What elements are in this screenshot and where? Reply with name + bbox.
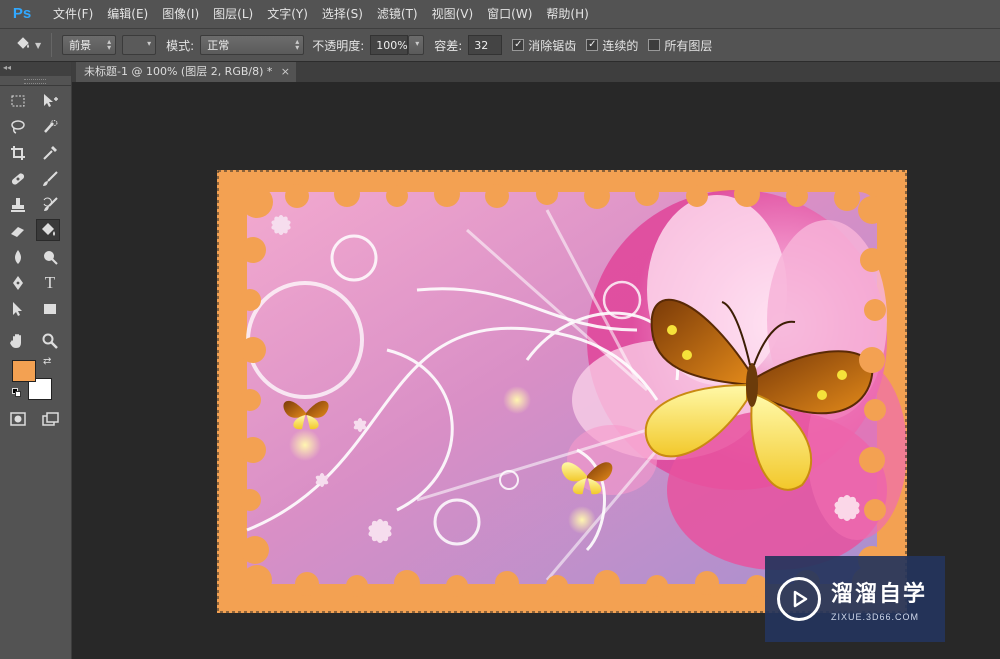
document-canvas[interactable]	[217, 170, 907, 613]
menu-file[interactable]: 文件(F)	[46, 0, 100, 28]
opacity-control: 100% ▾	[370, 35, 425, 55]
crop-icon[interactable]	[6, 142, 30, 164]
swap-colors-icon[interactable]: ⇄	[43, 356, 51, 367]
eraser-icon[interactable]	[6, 220, 30, 242]
antialias-checkbox[interactable]: ✓	[512, 39, 525, 51]
paint-bucket-icon[interactable]	[36, 219, 60, 241]
fill-source-select[interactable]: 前景 ▴ ▾	[62, 35, 117, 55]
hand-icon[interactable]	[6, 330, 30, 352]
watermark-text: 溜溜自学 ZIXUE.3D66.COM	[831, 576, 927, 622]
quick-mask-icon[interactable]	[6, 408, 30, 430]
move-icon[interactable]	[38, 90, 62, 112]
pen-icon[interactable]	[6, 272, 30, 294]
artwork-image	[217, 170, 907, 613]
contiguous-option[interactable]: ✓ 连续的	[586, 37, 638, 54]
paint-bucket-icon	[14, 35, 32, 56]
tolerance-label: 容差:	[434, 38, 463, 53]
stepper-arrows-icon: ▴ ▾	[107, 37, 112, 52]
photoshop-logo: Ps	[12, 5, 32, 22]
antialias-label: 消除锯齿	[528, 38, 577, 53]
menu-image[interactable]: 图像(I)	[155, 0, 206, 28]
opacity-slider-toggle[interactable]: ▾	[408, 35, 425, 55]
default-colors-icon[interactable]	[12, 388, 22, 398]
document-tab-title: 未标题-1 @ 100% (图层 2, RGB/8) *	[84, 65, 273, 78]
all-layers-checkbox[interactable]	[648, 39, 661, 51]
blend-mode-value: 正常	[207, 39, 230, 52]
eyedropper-icon[interactable]	[38, 142, 62, 164]
screen-mode-icon[interactable]	[38, 408, 62, 430]
tools-panel: ◂◂ T ⇄	[0, 62, 72, 659]
opacity-label: 不透明度:	[312, 38, 365, 53]
menu-edit[interactable]: 编辑(E)	[100, 0, 155, 28]
watermark-badge: 溜溜自学 ZIXUE.3D66.COM	[765, 556, 945, 642]
quick-selection-icon[interactable]	[38, 116, 62, 138]
zoom-icon[interactable]	[38, 330, 62, 352]
contiguous-label: 连续的	[602, 38, 639, 53]
antialias-option[interactable]: ✓ 消除锯齿	[512, 37, 576, 54]
document-tab-bar: 未标题-1 @ 100% (图层 2, RGB/8) * ×	[72, 62, 1000, 82]
foreground-color-swatch[interactable]	[12, 360, 36, 382]
type-icon[interactable]: T	[38, 272, 62, 294]
pattern-picker[interactable]: ▾	[122, 35, 157, 55]
menu-help[interactable]: 帮助(H)	[539, 0, 595, 28]
blur-icon[interactable]	[6, 246, 30, 268]
document-tab[interactable]: 未标题-1 @ 100% (图层 2, RGB/8) * ×	[76, 62, 296, 82]
spot-healing-icon[interactable]	[6, 168, 30, 190]
all-layers-label: 所有图层	[664, 38, 713, 53]
menu-bar: Ps 文件(F) 编辑(E) 图像(I) 图层(L) 文字(Y) 选择(S) 滤…	[0, 0, 1000, 28]
menu-window[interactable]: 窗口(W)	[480, 0, 539, 28]
rectangle-shape-icon[interactable]	[38, 298, 62, 320]
lasso-icon[interactable]	[6, 116, 30, 138]
chevron-down-icon: ▾	[415, 39, 420, 48]
dodge-icon[interactable]	[38, 246, 62, 268]
tolerance-input[interactable]: 32	[468, 35, 503, 55]
options-bar: ▼ 前景 ▴ ▾ ▾ 模式: 正常 ▴ ▾ 不透明度: 100% ▾ 容差: 32 …	[0, 28, 1000, 62]
menu-layer[interactable]: 图层(L)	[206, 0, 260, 28]
watermark-title: 溜溜自学	[831, 582, 928, 607]
clone-stamp-icon[interactable]	[6, 194, 30, 216]
rectangular-marquee-icon[interactable]	[6, 90, 30, 112]
menu-type[interactable]: 文字(Y)	[260, 0, 315, 28]
mode-label: 模式:	[166, 38, 195, 53]
menu-filter[interactable]: 滤镜(T)	[370, 0, 425, 28]
panel-grip[interactable]	[0, 76, 71, 86]
menu-view[interactable]: 视图(V)	[425, 0, 481, 28]
fill-source-value: 前景	[69, 39, 92, 52]
play-logo-icon	[777, 577, 821, 621]
divider	[51, 33, 53, 57]
opacity-input[interactable]: 100%	[370, 35, 409, 55]
path-selection-icon[interactable]	[6, 298, 30, 320]
contiguous-checkbox[interactable]: ✓	[586, 39, 599, 51]
type-tool-glyph: T	[44, 273, 56, 292]
stepper-arrows-icon: ▴ ▾	[295, 37, 300, 52]
close-icon[interactable]: ×	[281, 62, 290, 82]
chevron-down-icon: ▼	[35, 40, 42, 50]
menu-select[interactable]: 选择(S)	[315, 0, 370, 28]
brush-icon[interactable]	[38, 168, 62, 190]
all-layers-option[interactable]: 所有图层	[648, 37, 712, 54]
history-brush-icon[interactable]	[38, 194, 62, 216]
chevron-down-icon: ▾	[147, 39, 152, 48]
collapse-panel-button[interactable]: ◂◂	[0, 62, 71, 76]
tool-preset-picker[interactable]: ▼	[14, 35, 41, 56]
blend-mode-select[interactable]: 正常 ▴ ▾	[200, 35, 305, 55]
watermark-subtitle: ZIXUE.3D66.COM	[831, 612, 920, 622]
